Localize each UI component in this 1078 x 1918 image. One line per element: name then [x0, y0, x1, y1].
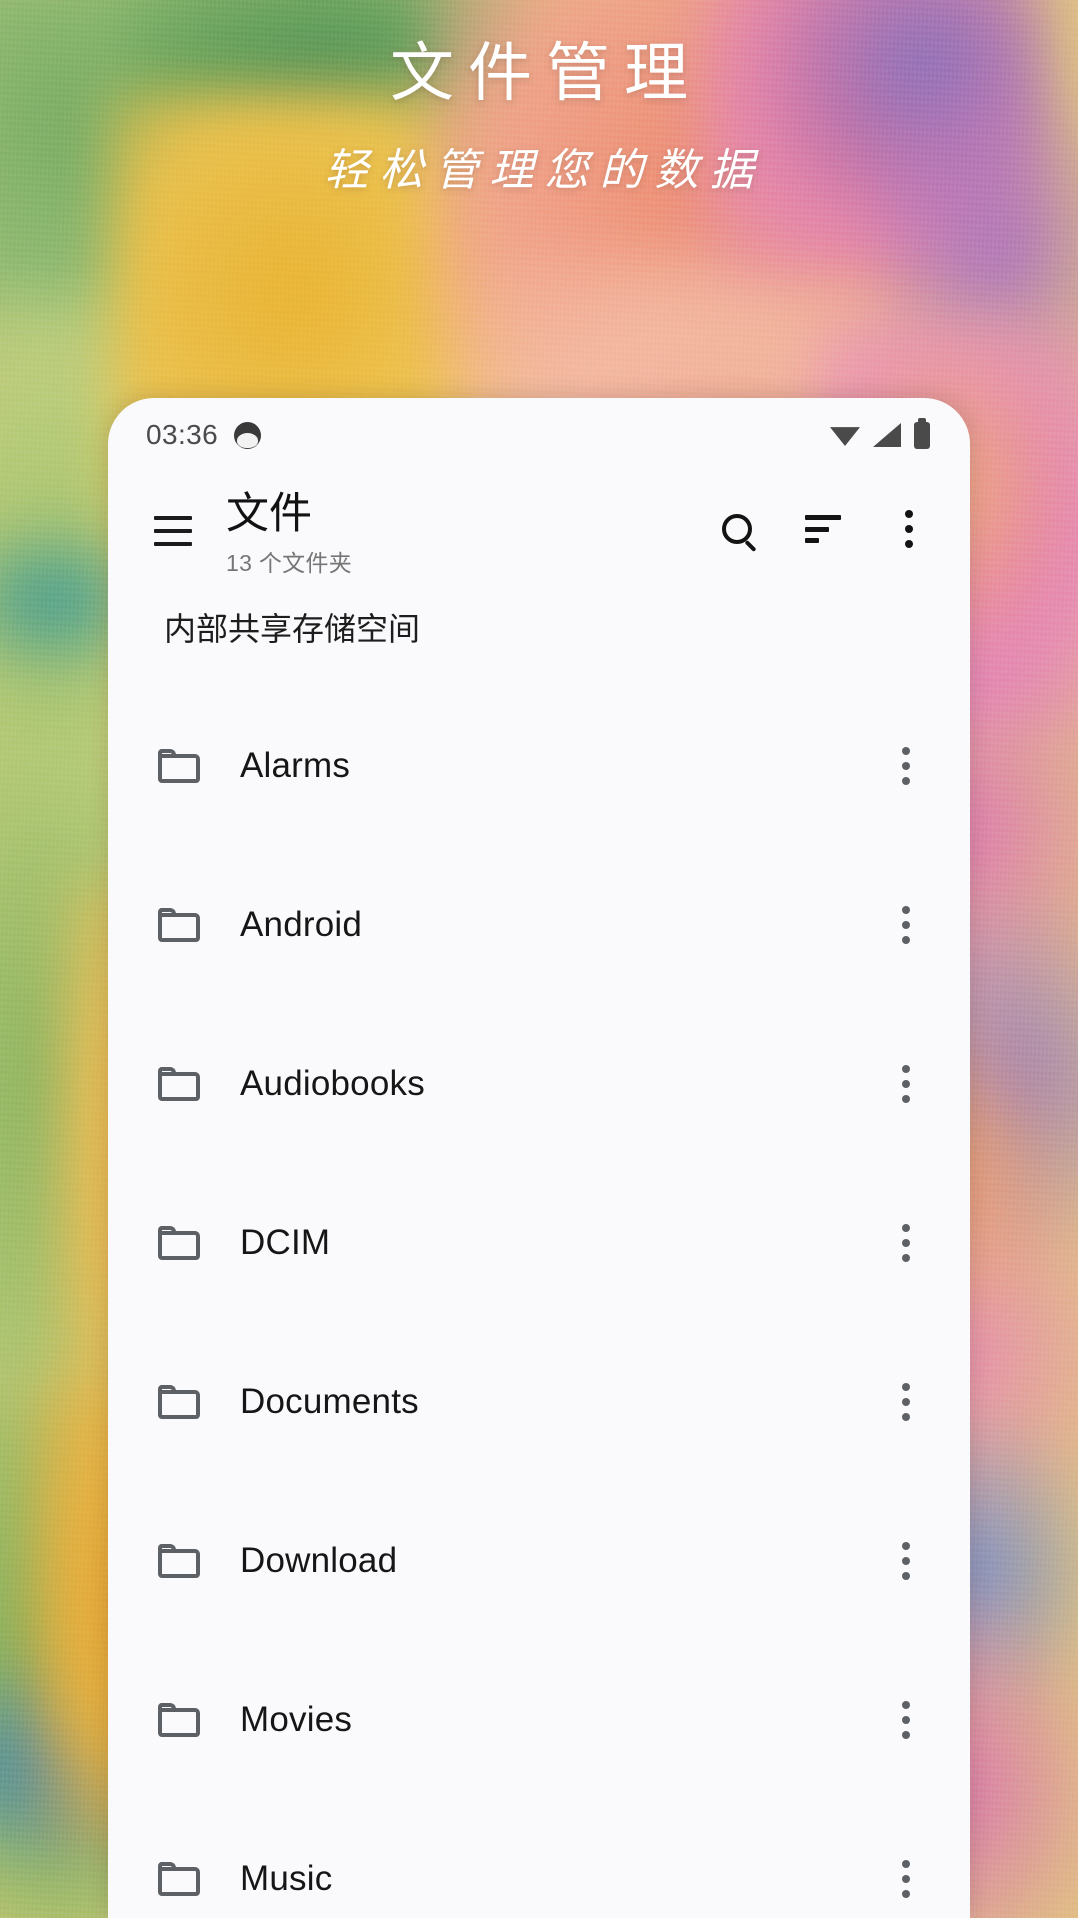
- app-bar-actions: [710, 502, 936, 556]
- phone-mockup: 03:36 文件 13 个文件夹 内部共享存储空间 Alarms Android…: [108, 398, 970, 1918]
- folder-name: Audiobooks: [240, 1063, 425, 1103]
- folder-icon: [158, 748, 200, 783]
- list-item[interactable]: Android: [108, 845, 970, 1004]
- list-item[interactable]: Music: [108, 1799, 970, 1918]
- more-vertical-icon[interactable]: [882, 1848, 930, 1910]
- app-bar: 文件 13 个文件夹: [108, 472, 970, 578]
- cellular-signal-icon: [873, 423, 901, 447]
- more-vertical-icon[interactable]: [882, 1689, 930, 1751]
- list-item[interactable]: Download: [108, 1481, 970, 1640]
- list-item[interactable]: Audiobooks: [108, 1004, 970, 1163]
- folder-name: Movies: [240, 1699, 353, 1739]
- folder-name: DCIM: [240, 1222, 331, 1262]
- folder-icon: [158, 1543, 200, 1578]
- breadcrumb[interactable]: 内部共享存储空间: [164, 611, 420, 647]
- search-icon: [722, 514, 752, 544]
- folder-icon: [158, 1861, 200, 1896]
- folder-icon: [158, 1066, 200, 1101]
- face-avatar-icon: [234, 421, 262, 449]
- list-item[interactable]: Movies: [108, 1640, 970, 1799]
- hero-banner: 文件管理 轻松管理您的数据: [0, 0, 1078, 330]
- sort-icon: [805, 515, 841, 543]
- list-item[interactable]: Documents: [108, 1322, 970, 1481]
- more-vertical-icon[interactable]: [882, 1371, 930, 1433]
- folder-name: Documents: [240, 1381, 419, 1421]
- more-vertical-icon[interactable]: [882, 894, 930, 956]
- more-vertical-icon: [905, 510, 913, 548]
- list-item[interactable]: Alarms: [108, 686, 970, 845]
- search-button[interactable]: [710, 502, 764, 556]
- folder-count-label: 13 个文件夹: [226, 550, 353, 577]
- overflow-menu-button[interactable]: [882, 502, 936, 556]
- more-vertical-icon[interactable]: [882, 1053, 930, 1115]
- breadcrumb-row: 内部共享存储空间: [108, 578, 970, 650]
- page-title: 文件: [226, 490, 312, 538]
- status-bar-icons: [830, 417, 930, 449]
- folder-icon: [158, 907, 200, 942]
- hero-subtitle: 轻松管理您的数据: [324, 144, 765, 196]
- folder-name: Download: [240, 1540, 398, 1580]
- folder-icon: [158, 1702, 200, 1737]
- folder-icon: [158, 1225, 200, 1260]
- list-item[interactable]: DCIM: [108, 1163, 970, 1322]
- hero-title: 文件管理: [390, 37, 702, 111]
- sort-button[interactable]: [796, 502, 850, 556]
- folder-list: Alarms Android Audiobooks DCIM Documents…: [108, 686, 970, 1918]
- status-bar: 03:36: [108, 398, 970, 472]
- more-vertical-icon[interactable]: [882, 735, 930, 797]
- folder-name: Alarms: [240, 745, 351, 785]
- status-bar-clock: 03:36: [146, 419, 219, 450]
- more-vertical-icon[interactable]: [882, 1212, 930, 1274]
- wifi-icon: [830, 427, 860, 446]
- hamburger-menu-icon[interactable]: [142, 500, 204, 562]
- folder-name: Music: [240, 1858, 333, 1898]
- app-bar-title-block: 文件 13 个文件夹: [226, 490, 710, 578]
- more-vertical-icon[interactable]: [882, 1530, 930, 1592]
- folder-icon: [158, 1384, 200, 1419]
- battery-full-icon: [914, 417, 930, 449]
- folder-name: Android: [240, 904, 363, 944]
